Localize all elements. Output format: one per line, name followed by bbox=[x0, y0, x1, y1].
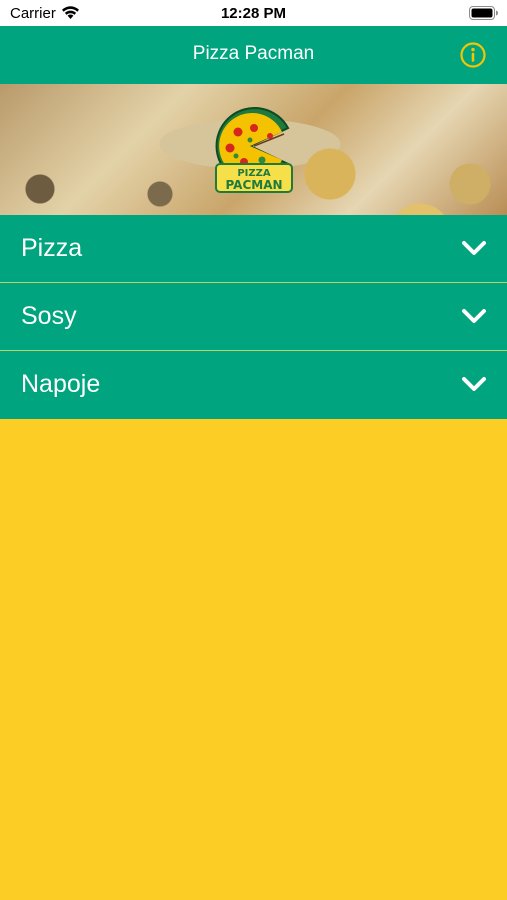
navigation-bar: Pizza Pacman bbox=[0, 26, 507, 84]
chevron-down-icon bbox=[462, 377, 486, 391]
category-list: Pizza Sosy Napoje bbox=[0, 215, 507, 419]
header-banner-image: PIZZA PACMAN bbox=[0, 84, 507, 215]
status-time: 12:28 PM bbox=[220, 5, 287, 22]
category-label: Sosy bbox=[21, 302, 77, 330]
category-label: Napoje bbox=[21, 370, 101, 398]
page-title: Pizza Pacman bbox=[192, 43, 315, 64]
category-row-sosy[interactable]: Sosy bbox=[0, 283, 507, 351]
battery-icon bbox=[469, 6, 499, 20]
info-button[interactable] bbox=[459, 41, 487, 69]
category-row-pizza[interactable]: Pizza bbox=[0, 215, 507, 283]
logo-text-line2: PACMAN bbox=[225, 178, 282, 192]
chevron-down-icon bbox=[462, 309, 486, 323]
info-circle-icon bbox=[460, 42, 486, 68]
category-label: Pizza bbox=[21, 234, 83, 262]
status-bar: Carrier 12:28 PM bbox=[0, 0, 507, 26]
chevron-down-icon bbox=[462, 241, 486, 255]
pizza-pacman-logo: PIZZA PACMAN bbox=[215, 107, 293, 193]
category-row-napoje[interactable]: Napoje bbox=[0, 351, 507, 419]
